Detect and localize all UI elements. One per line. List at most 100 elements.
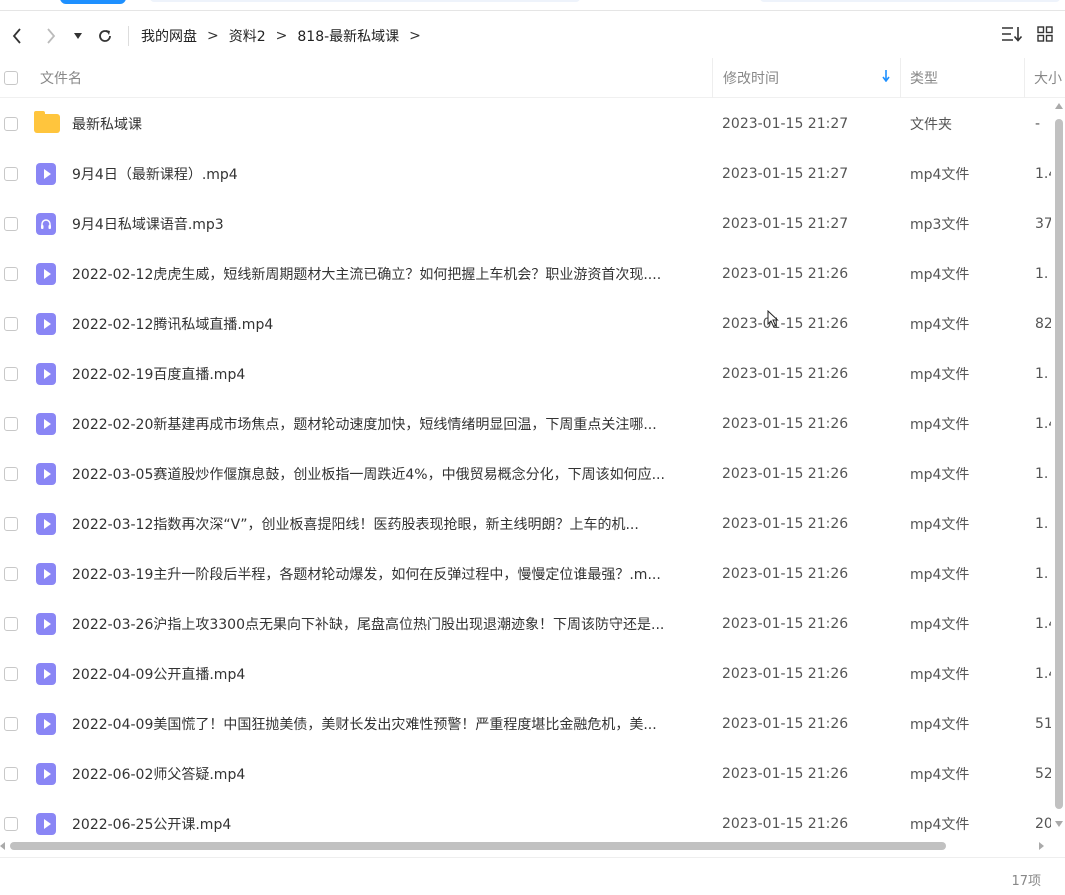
breadcrumb-separator: >	[409, 28, 421, 44]
video-file-icon	[36, 313, 56, 335]
file-name[interactable]: 2022-03-26沪指上攻3300点无果向下补缺，尾盘高位热门股出现退潮迹象！…	[72, 614, 702, 634]
row-checkbox[interactable]	[4, 217, 18, 231]
file-row[interactable]: 2022-04-09美国慌了！中国狂抛美债，美财长发出灾难性预警！严重程度堪比金…	[0, 699, 1052, 749]
sort-list-icon[interactable]	[1001, 26, 1023, 46]
video-file-icon	[36, 413, 56, 435]
video-file-icon	[36, 563, 56, 585]
file-type: mp4文件	[910, 517, 970, 533]
file-name[interactable]: 9月4日私域课语音.mp3	[72, 214, 702, 234]
row-checkbox[interactable]	[4, 167, 18, 181]
row-checkbox[interactable]	[4, 817, 18, 831]
file-modified: 2023-01-15 21:26	[722, 616, 849, 632]
file-row[interactable]: 2022-02-12虎虎生威，短线新周期题材大主流已确立？如何把握上车机会？职业…	[0, 249, 1052, 299]
row-checkbox[interactable]	[4, 317, 18, 331]
file-name[interactable]: 2022-02-12虎虎生威，短线新周期题材大主流已确立？如何把握上车机会？职业…	[72, 264, 702, 284]
file-row[interactable]: 9月4日私域课语音.mp3 2023-01-15 21:27 mp3文件 37	[0, 199, 1052, 249]
file-name[interactable]: 9月4日（最新课程）.mp4	[72, 164, 702, 184]
file-size: 1.4	[1035, 666, 1051, 682]
video-file-icon	[36, 663, 56, 685]
file-name[interactable]: 2022-04-09公开直播.mp4	[72, 664, 702, 684]
scroll-right-icon[interactable]	[1039, 842, 1044, 850]
file-modified: 2023-01-15 21:26	[722, 266, 849, 282]
file-row[interactable]: 2022-06-25公开课.mp4 2023-01-15 21:26 mp4文件 20	[0, 799, 1052, 839]
vertical-scrollbar[interactable]	[1052, 99, 1065, 839]
breadcrumb-item-current[interactable]: 818-最新私域课	[297, 26, 399, 46]
file-type: mp4文件	[910, 317, 970, 333]
video-file-icon	[36, 263, 56, 285]
grid-view-icon[interactable]	[1037, 26, 1053, 46]
file-type: mp4文件	[910, 417, 970, 433]
file-name[interactable]: 2022-02-12腾讯私域直播.mp4	[72, 314, 702, 334]
row-checkbox[interactable]	[4, 417, 18, 431]
file-name[interactable]: 2022-06-02师父答疑.mp4	[72, 764, 702, 784]
row-checkbox[interactable]	[4, 517, 18, 531]
row-checkbox[interactable]	[4, 117, 18, 131]
file-size: 1.4	[1035, 416, 1051, 432]
file-modified: 2023-01-15 21:26	[722, 766, 849, 782]
horizontal-scroll-thumb[interactable]	[10, 842, 946, 850]
refresh-icon[interactable]	[88, 19, 122, 53]
column-header-modified[interactable]: 修改时间	[712, 57, 900, 98]
file-type: mp4文件	[910, 567, 970, 583]
row-checkbox[interactable]	[4, 467, 18, 481]
file-name[interactable]: 2022-03-05赛道股炒作偃旗息鼓，创业板指一周跌近4%，中俄贸易概念分化，…	[72, 464, 702, 484]
file-row[interactable]: 2022-06-02师父答疑.mp4 2023-01-15 21:26 mp4文件 5…	[0, 749, 1052, 799]
video-file-icon	[36, 763, 56, 785]
file-type: mp4文件	[910, 467, 970, 483]
file-modified: 2023-01-15 21:26	[722, 666, 849, 682]
row-checkbox[interactable]	[4, 367, 18, 381]
file-type: mp4文件	[910, 617, 970, 633]
file-row[interactable]: 2022-02-20新基建再成市场焦点，题材轮动速度加快，短线情绪明显回温，下周…	[0, 399, 1052, 449]
row-checkbox[interactable]	[4, 267, 18, 281]
select-all-checkbox[interactable]	[4, 70, 18, 85]
triangle-down-icon[interactable]	[68, 19, 88, 53]
file-size: 37	[1035, 216, 1051, 232]
file-size: 1.4	[1035, 616, 1051, 632]
file-type: 文件夹	[910, 117, 952, 133]
column-header-type[interactable]: 类型	[900, 57, 1024, 98]
file-row[interactable]: 2022-03-26沪指上攻3300点无果向下补缺，尾盘高位热门股出现退潮迹象！…	[0, 599, 1052, 649]
chevron-left-icon[interactable]	[0, 19, 34, 53]
file-name[interactable]: 最新私域课	[72, 114, 702, 134]
row-checkbox[interactable]	[4, 717, 18, 731]
top-secondary-bar[interactable]	[760, 0, 1060, 2]
scroll-down-icon[interactable]	[1055, 821, 1063, 827]
chevron-right-icon[interactable]	[34, 19, 68, 53]
row-checkbox[interactable]	[4, 567, 18, 581]
column-header-name[interactable]: 文件名	[40, 68, 82, 88]
row-checkbox[interactable]	[4, 617, 18, 631]
scroll-up-icon[interactable]	[1055, 103, 1063, 109]
file-row[interactable]: 2022-03-12指数再次深“V”，创业板喜提阳线！医药股表现抢眼，新主线明朗…	[0, 499, 1052, 549]
file-list: 最新私域课 2023-01-15 21:27 文件夹 - 9月4日（最新课程）.mp4 2…	[0, 99, 1052, 839]
file-row[interactable]: 2022-03-05赛道股炒作偃旗息鼓，创业板指一周跌近4%，中俄贸易概念分化，…	[0, 449, 1052, 499]
file-name[interactable]: 2022-02-19百度直播.mp4	[72, 364, 702, 384]
file-row[interactable]: 2022-02-19百度直播.mp4 2023-01-15 21:26 mp4文件 1…	[0, 349, 1052, 399]
file-row[interactable]: 2022-04-09公开直播.mp4 2023-01-15 21:26 mp4文件 1…	[0, 649, 1052, 699]
file-name[interactable]: 2022-04-09美国慌了！中国狂抛美债，美财长发出灾难性预警！严重程度堪比金…	[72, 714, 702, 734]
horizontal-scrollbar[interactable]	[0, 840, 1052, 852]
file-modified: 2023-01-15 21:26	[722, 566, 849, 582]
file-modified: 2023-01-15 21:26	[722, 416, 849, 432]
file-row[interactable]: 2022-02-12腾讯私域直播.mp4 2023-01-15 21:26 mp4文…	[0, 299, 1052, 349]
file-modified: 2023-01-15 21:26	[722, 466, 849, 482]
file-modified: 2023-01-15 21:26	[722, 516, 849, 532]
scroll-left-icon[interactable]	[0, 842, 5, 850]
file-row[interactable]: 9月4日（最新课程）.mp4 2023-01-15 21:27 mp4文件 1.4	[0, 149, 1052, 199]
toolbar: 我的网盘 > 资料2 > 818-最新私域课 >	[0, 14, 1065, 58]
row-checkbox[interactable]	[4, 667, 18, 681]
file-name[interactable]: 2022-06-25公开课.mp4	[72, 814, 702, 834]
breadcrumb-item-root[interactable]: 我的网盘	[141, 26, 197, 46]
vertical-scroll-thumb[interactable]	[1055, 119, 1063, 809]
row-checkbox[interactable]	[4, 767, 18, 781]
file-row[interactable]: 2022-03-19主升一阶段后半程，各题材轮动爆发，如何在反弹过程中，慢慢定位…	[0, 549, 1052, 599]
file-name[interactable]: 2022-03-12指数再次深“V”，创业板喜提阳线！医药股表现抢眼，新主线明朗…	[72, 514, 702, 534]
top-search-bar[interactable]	[150, 0, 580, 2]
top-tab-active[interactable]	[60, 0, 126, 4]
file-name[interactable]: 2022-03-19主升一阶段后半程，各题材轮动爆发，如何在反弹过程中，慢慢定位…	[72, 564, 702, 584]
column-header-size[interactable]: 大小	[1024, 57, 1065, 98]
file-name[interactable]: 2022-02-20新基建再成市场焦点，题材轮动速度加快，短线情绪明显回温，下周…	[72, 414, 702, 434]
breadcrumb-item-folder[interactable]: 资料2	[229, 26, 266, 46]
file-type: mp4文件	[910, 817, 970, 833]
file-row[interactable]: 最新私域课 2023-01-15 21:27 文件夹 -	[0, 99, 1052, 149]
file-modified: 2023-01-15 21:26	[722, 816, 849, 832]
